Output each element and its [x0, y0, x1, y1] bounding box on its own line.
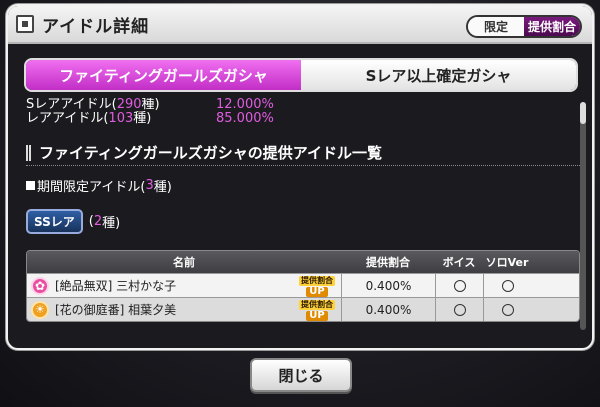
col-voice: ボイス	[442, 256, 476, 269]
solo-yes-icon	[501, 279, 514, 292]
toggle-rates[interactable]: 提供割合	[524, 17, 580, 36]
idol-rate: 0.400%	[341, 298, 435, 321]
rate-up-badge: 提供割合 UP	[299, 275, 335, 297]
solo-yes-icon	[501, 303, 514, 316]
rate-row-rare: レアアイドル(103種) 85.000%	[26, 111, 274, 126]
scrollbar[interactable]	[580, 102, 586, 330]
rate-value: 12.000%	[216, 98, 274, 112]
idol-detail-dialog: アイドル詳細 限定 提供割合 ファイティングガールズガシャ Sレア以上確定ガシャ…	[6, 4, 594, 350]
tab-s-rare-guaranteed[interactable]: Sレア以上確定ガシャ	[301, 60, 576, 90]
rate-value: 85.000%	[216, 111, 274, 126]
ssr-count-row: SSレア (2 種)	[26, 209, 582, 234]
table-row[interactable]: [花の御庭番] 相葉夕美 提供割合 UP 0.400%	[27, 297, 579, 321]
scroll-thumb[interactable]	[580, 102, 586, 124]
voice-yes-icon	[453, 279, 466, 292]
rate-row-s-rare: Sレアアイドル(290種) 12.000%	[26, 98, 274, 112]
idol-name: [花の御庭番] 相葉夕美	[55, 303, 177, 317]
close-button[interactable]: 閉じる	[250, 358, 352, 392]
idol-name: [絶品無双] 三村かな子	[55, 279, 177, 293]
square-bullet-icon	[26, 181, 35, 190]
limited-idols-heading: 期間限定アイドル(3 種)	[26, 176, 582, 195]
rates-content: Sレアアイドル(290種) 12.000% レアアイドル(103種) 85.00…	[26, 98, 582, 332]
section-bar-icon	[26, 144, 31, 161]
gacha-tabs: ファイティングガールズガシャ Sレア以上確定ガシャ	[24, 58, 578, 92]
col-rate: 提供割合	[366, 256, 410, 269]
header-square-icon	[16, 15, 34, 33]
idol-rate: 0.400%	[341, 274, 435, 297]
dialog-title: アイドル詳細	[42, 16, 150, 37]
cute-type-icon	[31, 276, 49, 295]
table-header: 名前 提供割合 ボイス ソロVer	[27, 251, 579, 273]
toggle-limited[interactable]: 限定	[468, 17, 524, 36]
dialog-header: アイドル詳細 限定 提供割合	[8, 6, 592, 44]
ssr-badge: SSレア	[26, 209, 83, 234]
tab-fighting-girls[interactable]: ファイティングガールズガシャ	[26, 60, 301, 90]
table-row[interactable]: [絶品無双] 三村かな子 提供割合 UP 0.400%	[27, 273, 579, 297]
col-solo: ソロVer	[485, 256, 529, 269]
rate-up-badge: 提供割合 UP	[299, 299, 335, 321]
passion-type-icon	[31, 300, 49, 319]
idol-table: 名前 提供割合 ボイス ソロVer [絶品無双] 三村かな子 提供割合 UP 0…	[26, 250, 580, 322]
section-title: ファイティングガールズガシャの提供アイドル一覧	[26, 140, 582, 166]
view-toggle: 限定 提供割合	[466, 15, 582, 38]
col-name: 名前	[173, 256, 195, 269]
voice-yes-icon	[453, 303, 466, 316]
